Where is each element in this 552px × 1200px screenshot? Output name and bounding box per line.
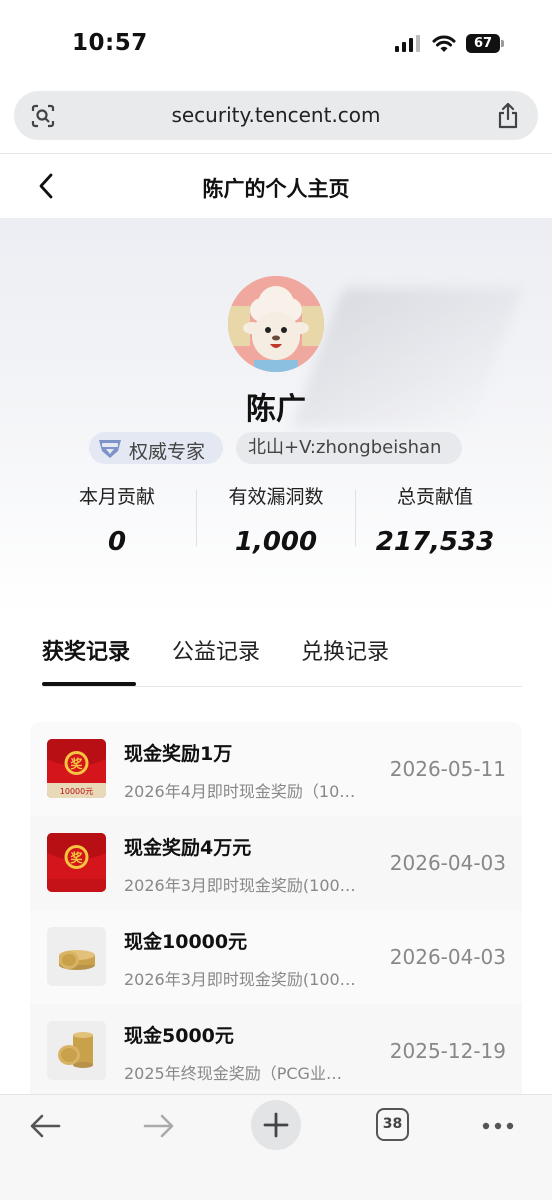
- red-envelope-thumbnail: 奖 10000元: [47, 739, 106, 798]
- record-date: 2026-04-03: [389, 945, 506, 969]
- record-description: 2026年3月即时现金奖励(100…: [124, 970, 356, 989]
- record-tabs: 获奖记录 公益记录 兑换记录: [42, 634, 522, 688]
- stat-value: 0: [107, 527, 127, 557]
- status-bar: 10:57 67: [0, 0, 552, 82]
- record-description: 2026年4月即时现金奖励（10…: [124, 782, 356, 801]
- svg-text:奖: 奖: [70, 756, 83, 771]
- contact-tag: 北山+V:zhongbeishan: [236, 432, 462, 464]
- record-date: 2026-05-11: [389, 757, 506, 781]
- new-tab-button[interactable]: [251, 1100, 301, 1150]
- gold-coins-thumbnail: [47, 1021, 106, 1080]
- expert-badge-label: 权威专家: [129, 441, 206, 463]
- cellular-signal-icon: [395, 35, 420, 52]
- record-title: 现金奖励4万元: [124, 837, 252, 859]
- record-title: 现金5000元: [124, 1025, 234, 1047]
- tabs-divider: [42, 686, 522, 687]
- stat-label: 总贡献值: [396, 486, 473, 508]
- record-title: 现金奖励1万: [124, 743, 233, 765]
- shield-badge-icon: [99, 440, 121, 458]
- tab-awards[interactable]: 获奖记录: [42, 634, 130, 666]
- page-title: 陈广的个人主页: [202, 177, 350, 201]
- plus-icon: [263, 1112, 289, 1138]
- url-text[interactable]: security.tencent.com: [14, 103, 538, 127]
- thumbnail-caption: 10000元: [60, 787, 93, 796]
- gold-coins-thumbnail: [47, 927, 106, 986]
- browser-forward-icon[interactable]: [142, 1111, 176, 1141]
- svg-text:奖: 奖: [70, 850, 83, 865]
- more-options-icon[interactable]: [481, 1121, 515, 1131]
- stat-value: 1,000: [234, 527, 318, 557]
- record-title: 现金10000元: [124, 931, 248, 953]
- stat-label: 有效漏洞数: [228, 486, 324, 508]
- record-date: 2025-12-19: [389, 1039, 506, 1063]
- stat-label: 本月贡献: [78, 486, 155, 508]
- browser-toolbar: 38: [0, 1094, 552, 1200]
- share-icon[interactable]: [496, 102, 520, 130]
- battery-icon: 67: [466, 34, 504, 53]
- stat-monthly-contribution: 本月贡献 0: [38, 482, 196, 557]
- list-item[interactable]: 现金5000元 2025年终现金奖励（PCG业… 2025-12-19: [30, 1004, 522, 1094]
- list-item[interactable]: 奖 10000元 现金奖励1万 2026年4月即时现金奖励（10… 2026-0…: [30, 722, 522, 816]
- tab-exchange[interactable]: 兑换记录: [301, 634, 389, 666]
- tab-charity[interactable]: 公益记录: [172, 634, 260, 666]
- avatar-image: [228, 276, 324, 372]
- browser-back-icon[interactable]: [28, 1111, 62, 1141]
- list-item[interactable]: 奖 现金奖励4万元 2026年3月即时现金奖励(100… 2026-04-03: [30, 816, 522, 910]
- status-time: 10:57: [72, 30, 148, 56]
- wifi-icon: [432, 35, 456, 52]
- tab-switcher-button[interactable]: 38: [376, 1108, 409, 1141]
- stat-value: 217,533: [375, 527, 495, 557]
- list-item[interactable]: 现金10000元 2026年3月即时现金奖励(100… 2026-04-03: [30, 910, 522, 1004]
- profile-header: 陈广 权威专家 北山+V:zhongbeishan 本月贡献 0 有效漏洞数 1…: [0, 218, 552, 618]
- avatar[interactable]: [228, 276, 324, 372]
- user-name: 陈广: [246, 392, 306, 427]
- url-bar[interactable]: security.tencent.com: [14, 91, 538, 140]
- stat-total-contribution: 总贡献值 217,533: [356, 482, 514, 557]
- nav-bar: 陈广的个人主页: [0, 154, 552, 218]
- record-date: 2026-04-03: [389, 851, 506, 875]
- record-description: 2025年终现金奖励（PCG业…: [124, 1064, 342, 1083]
- record-description: 2026年3月即时现金奖励(100…: [124, 876, 356, 895]
- red-envelope-thumbnail: 奖: [47, 833, 106, 892]
- stats-row: 本月贡献 0 有效漏洞数 1,000 总贡献值 217,533: [38, 482, 514, 572]
- expert-badge: 权威专家: [89, 432, 223, 464]
- award-record-list: 奖 10000元 现金奖励1万 2026年4月即时现金奖励（10… 2026-0…: [30, 722, 522, 1094]
- stat-valid-vulnerabilities: 有效漏洞数 1,000: [197, 482, 355, 557]
